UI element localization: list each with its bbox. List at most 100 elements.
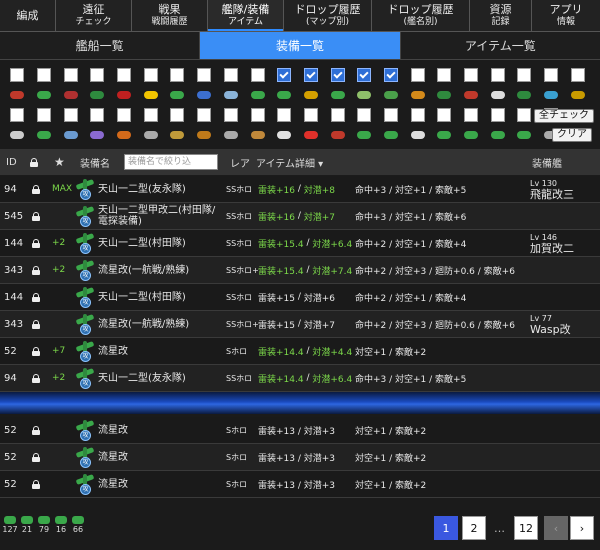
- table-row[interactable]: 94 MAX 攻天山一二型(友永隊) SSホロ 雷装+16 / 対潜+8 命中+3 / 対…: [0, 176, 600, 203]
- filter-checkbox[interactable]: [464, 108, 479, 122]
- equipment-type-icon[interactable]: [542, 87, 560, 103]
- header-lock[interactable]: [30, 149, 38, 175]
- nav-item-2[interactable]: 戦果 戦闘履歴: [132, 0, 208, 31]
- table-row[interactable]: 343 +2 攻流星改(一航戦/熟練) SSホロ+ 雷装+15.4 / 対潜+7.4 命中…: [0, 257, 600, 284]
- nav-item-7[interactable]: アプリ 情報: [532, 0, 600, 31]
- equipment-type-icon[interactable]: [168, 127, 186, 143]
- equipment-type-icon[interactable]: [515, 127, 533, 143]
- table-row[interactable]: 545 攻天山一二型甲改二(村田隊/電探装備) SSホロ 雷装+16 / 対潜+7 命中…: [0, 203, 600, 230]
- filter-checkbox[interactable]: [117, 108, 132, 122]
- table-row[interactable]: 94 +2 攻天山一二型(友永隊) SSホロ 雷装+14.4 / 対潜+6.4 命中+3 …: [0, 365, 600, 392]
- equipment-type-icon[interactable]: [489, 127, 507, 143]
- equipment-type-icon[interactable]: [222, 87, 240, 103]
- filter-checkbox[interactable]: [63, 68, 78, 82]
- filter-checkbox[interactable]: [517, 108, 532, 122]
- filter-checkbox[interactable]: [410, 68, 425, 82]
- equipment-type-icon[interactable]: [329, 127, 347, 143]
- filter-checkbox[interactable]: [37, 68, 52, 82]
- filter-checkbox[interactable]: [303, 108, 318, 122]
- equipment-type-icon[interactable]: [355, 87, 373, 103]
- tab-1[interactable]: 装備一覧: [200, 32, 401, 59]
- equipment-type-icon[interactable]: [569, 87, 587, 103]
- filter-checkbox[interactable]: [197, 108, 212, 122]
- equipment-type-icon[interactable]: [409, 87, 427, 103]
- equipment-type-icon[interactable]: [115, 87, 133, 103]
- page-button-2[interactable]: 2: [462, 516, 486, 540]
- equipment-type-icon[interactable]: [195, 127, 213, 143]
- header-ship[interactable]: 装備艦: [532, 149, 562, 175]
- row-lock[interactable]: [32, 284, 40, 310]
- equipment-type-icon[interactable]: [275, 127, 293, 143]
- filter-checkbox[interactable]: [357, 108, 372, 122]
- row-lock[interactable]: [32, 338, 40, 364]
- equipment-type-icon[interactable]: [462, 127, 480, 143]
- row-lock[interactable]: [32, 176, 40, 202]
- equipment-type-icon[interactable]: [168, 87, 186, 103]
- check-all-button[interactable]: 全チェック: [534, 109, 594, 123]
- nav-item-6[interactable]: 資源 記録: [470, 0, 532, 31]
- equipment-type-icon[interactable]: [62, 87, 80, 103]
- filter-checkbox[interactable]: [117, 68, 132, 82]
- filter-checkbox[interactable]: [90, 68, 105, 82]
- filter-checkbox[interactable]: [10, 68, 25, 82]
- row-equipped-ship[interactable]: Lv 77 Wasp改: [530, 311, 571, 337]
- equipment-type-icon[interactable]: [35, 127, 53, 143]
- nav-item-3[interactable]: 艦隊/装備 アイテム: [208, 0, 284, 31]
- row-lock[interactable]: [32, 230, 40, 256]
- filter-checkbox[interactable]: [357, 68, 372, 82]
- row-equipped-ship[interactable]: Lv 130 飛龍改三: [530, 176, 574, 202]
- filter-checkbox[interactable]: [464, 68, 479, 82]
- name-filter-input[interactable]: [124, 154, 218, 170]
- filter-checkbox[interactable]: [143, 108, 158, 122]
- table-row[interactable]: 52 攻流星改 Sホロ 雷装+13 / 対潜+3 対空+1 / 索敵+2: [0, 444, 600, 471]
- filter-checkbox[interactable]: [223, 108, 238, 122]
- filter-checkbox[interactable]: [143, 68, 158, 82]
- filter-checkbox[interactable]: [277, 68, 292, 82]
- equipment-type-icon[interactable]: [8, 87, 26, 103]
- equipment-type-icon[interactable]: [115, 127, 133, 143]
- filter-checkbox[interactable]: [250, 108, 265, 122]
- filter-checkbox[interactable]: [330, 68, 345, 82]
- filter-checkbox[interactable]: [10, 108, 25, 122]
- tab-2[interactable]: アイテム一覧: [400, 32, 600, 59]
- equipment-type-icon[interactable]: [515, 87, 533, 103]
- row-lock[interactable]: [32, 257, 40, 283]
- filter-checkbox[interactable]: [170, 108, 185, 122]
- table-row[interactable]: 343 攻流星改(一航戦/熟練) SSホロ+ 雷装+15 / 対潜+7 命中+2 / 対…: [0, 311, 600, 338]
- header-id[interactable]: ID: [6, 149, 17, 175]
- row-lock[interactable]: [32, 471, 40, 497]
- equipment-type-icon[interactable]: [8, 127, 26, 143]
- filter-checkbox[interactable]: [517, 68, 532, 82]
- table-row[interactable]: 52 攻流星改 Sホロ 雷装+13 / 対潜+3 対空+1 / 索敵+2: [0, 471, 600, 498]
- filter-checkbox[interactable]: [383, 68, 398, 82]
- filter-checkbox[interactable]: [410, 108, 425, 122]
- equipment-type-icon[interactable]: [222, 127, 240, 143]
- filter-checkbox[interactable]: [90, 108, 105, 122]
- filter-checkbox[interactable]: [330, 108, 345, 122]
- filter-checkbox[interactable]: [223, 68, 238, 82]
- header-rarity[interactable]: レア: [230, 149, 250, 175]
- equipment-type-icon[interactable]: [382, 127, 400, 143]
- equipment-type-icon[interactable]: [62, 127, 80, 143]
- row-lock[interactable]: [32, 311, 40, 337]
- row-lock[interactable]: [32, 365, 40, 391]
- table-row[interactable]: 144 攻天山一二型(村田隊) SSホロ 雷装+15 / 対潜+6 命中+2 / 対空+…: [0, 284, 600, 311]
- page-button-1[interactable]: 1: [434, 516, 458, 540]
- header-name[interactable]: 装備名: [80, 149, 110, 175]
- filter-checkbox[interactable]: [277, 108, 292, 122]
- clear-button[interactable]: クリア: [552, 128, 592, 142]
- equipment-type-icon[interactable]: [435, 87, 453, 103]
- filter-checkbox[interactable]: [383, 108, 398, 122]
- filter-checkbox[interactable]: [63, 108, 78, 122]
- row-equipped-ship[interactable]: Lv 146 加賀改二: [530, 230, 574, 256]
- equipment-type-icon[interactable]: [409, 127, 427, 143]
- filter-checkbox[interactable]: [303, 68, 318, 82]
- header-detail-dropdown[interactable]: アイテム詳細 ▾: [256, 149, 323, 175]
- next-page-button[interactable]: ›: [570, 516, 594, 540]
- filter-checkbox[interactable]: [490, 68, 505, 82]
- equipment-type-icon[interactable]: [462, 87, 480, 103]
- equipment-type-icon[interactable]: [355, 127, 373, 143]
- equipment-type-icon[interactable]: [88, 127, 106, 143]
- filter-checkbox[interactable]: [250, 68, 265, 82]
- equipment-type-icon[interactable]: [249, 87, 267, 103]
